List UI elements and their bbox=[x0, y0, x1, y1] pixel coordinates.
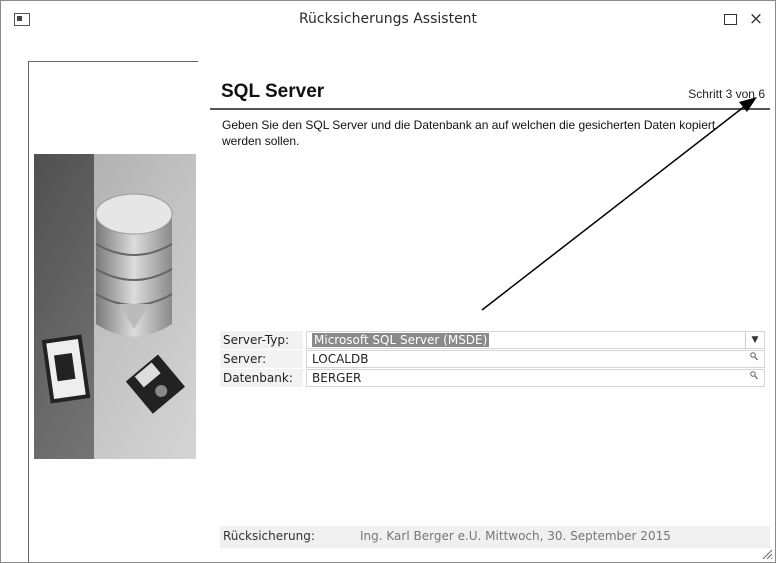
resize-grip-icon[interactable] bbox=[759, 546, 773, 560]
left-panel bbox=[28, 61, 198, 562]
server-type-select[interactable]: Microsoft SQL Server (MSDE) ▼ bbox=[306, 331, 765, 349]
server-row: Server: LOCALDB bbox=[220, 350, 765, 369]
window-title: Rücksicherungs Assistent bbox=[298, 11, 478, 27]
page-description: Geben Sie den SQL Server und die Datenba… bbox=[222, 118, 716, 148]
server-type-label: Server-Typ: bbox=[220, 331, 303, 349]
step-indicator: Schritt 3 von 6 bbox=[688, 87, 765, 101]
search-icon[interactable] bbox=[750, 351, 758, 367]
database-illustration bbox=[34, 154, 196, 459]
search-icon[interactable] bbox=[750, 370, 758, 386]
server-input[interactable]: LOCALDB bbox=[306, 350, 765, 368]
restore-label: Rücksicherung: bbox=[223, 529, 315, 543]
chevron-down-icon[interactable]: ▼ bbox=[745, 331, 764, 349]
page-title: SQL Server bbox=[221, 81, 325, 102]
database-input[interactable]: BERGER bbox=[306, 369, 765, 387]
database-row: Datenbank: BERGER bbox=[220, 369, 765, 388]
title-bar[interactable]: Rücksicherungs Assistent × bbox=[1, 1, 775, 39]
connection-form: Server-Typ: Microsoft SQL Server (MSDE) … bbox=[220, 331, 765, 388]
database-label: Datenbank: bbox=[220, 369, 303, 387]
header-divider bbox=[210, 108, 770, 110]
wizard-window: Rücksicherungs Assistent × SQL Server Sc… bbox=[0, 0, 776, 563]
server-type-value: Microsoft SQL Server (MSDE) bbox=[312, 333, 490, 347]
server-value: LOCALDB bbox=[312, 352, 369, 366]
database-value: BERGER bbox=[312, 371, 362, 385]
maximize-button[interactable] bbox=[719, 8, 741, 30]
status-bar: Rücksicherung: Ing. Karl Berger e.U. Mit… bbox=[220, 526, 770, 548]
server-label: Server: bbox=[220, 350, 303, 368]
maximize-icon bbox=[723, 14, 737, 25]
restore-info: Ing. Karl Berger e.U. Mittwoch, 30. Sept… bbox=[360, 529, 671, 543]
close-button[interactable]: × bbox=[745, 8, 767, 30]
server-type-row: Server-Typ: Microsoft SQL Server (MSDE) … bbox=[220, 331, 765, 350]
